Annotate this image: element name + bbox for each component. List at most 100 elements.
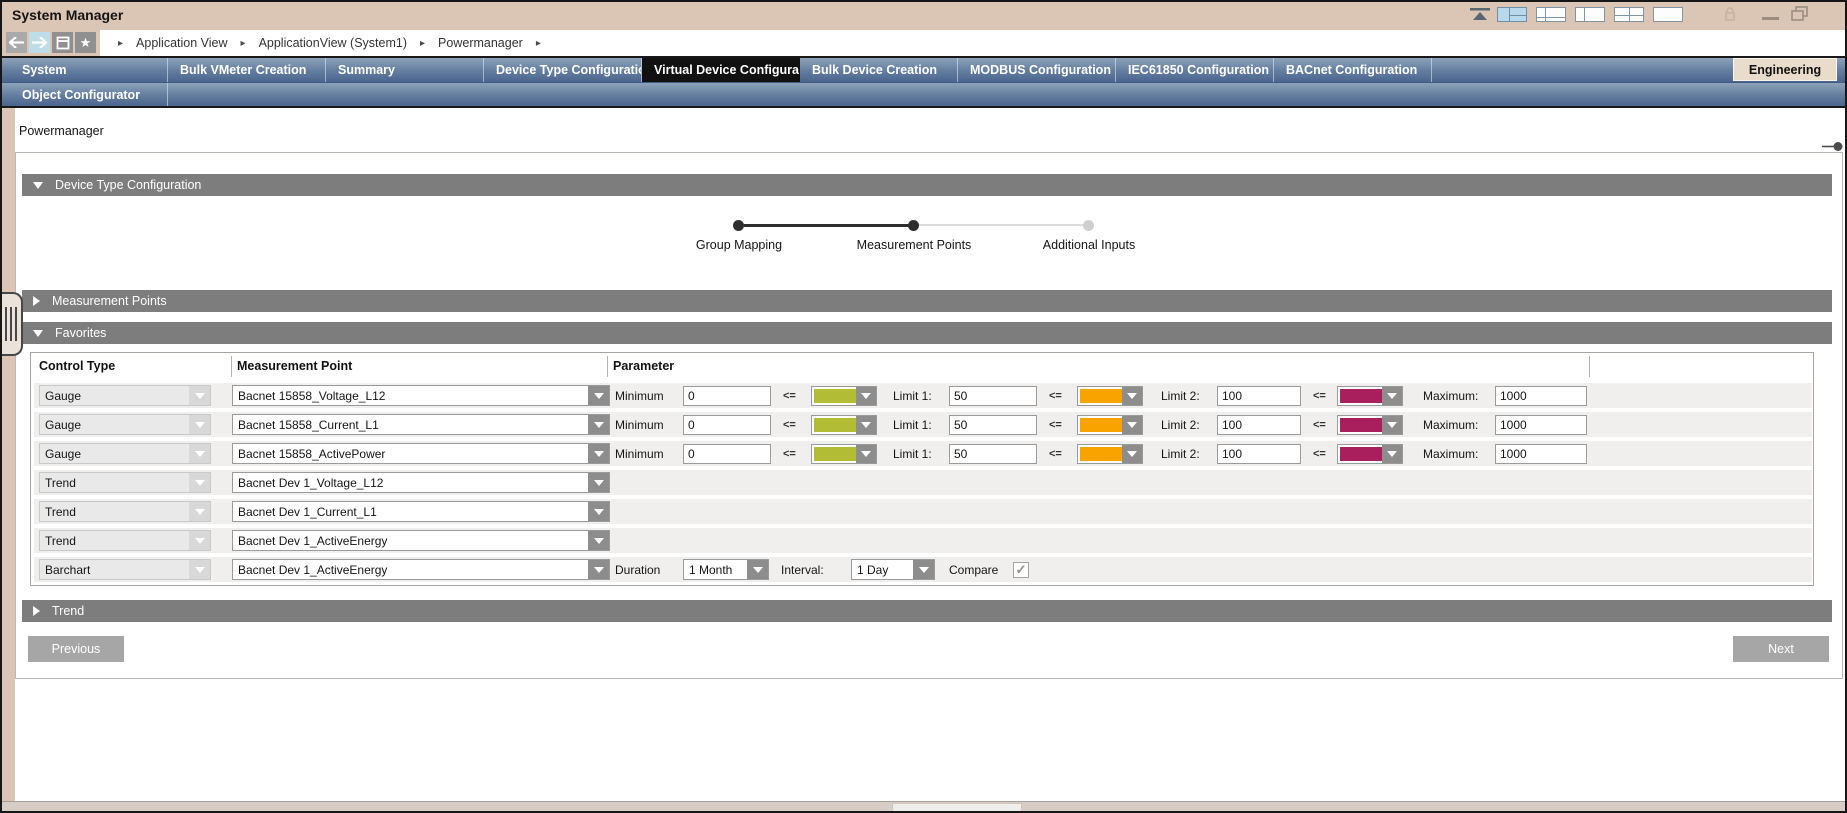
color-dropdown-mid[interactable] bbox=[1077, 444, 1143, 464]
flyout-handle[interactable] bbox=[2, 292, 23, 356]
color-dropdown-high[interactable] bbox=[1337, 444, 1403, 464]
dropdown-arrow-icon[interactable] bbox=[189, 502, 210, 521]
dropdown-arrow-icon[interactable] bbox=[588, 473, 609, 492]
control-type-dropdown[interactable]: Barchart bbox=[39, 559, 211, 580]
dropdown-arrow-icon[interactable] bbox=[588, 415, 609, 434]
layout-grid-icon[interactable] bbox=[1614, 7, 1644, 22]
dropdown-arrow-icon[interactable] bbox=[856, 387, 876, 405]
measurement-point-dropdown[interactable]: Bacnet Dev 1_ActiveEnergy bbox=[232, 530, 610, 551]
limit1-input[interactable] bbox=[949, 386, 1037, 406]
horizontal-scrollbar[interactable] bbox=[2, 801, 1845, 813]
layout-left-icon[interactable] bbox=[1575, 7, 1605, 22]
dropdown-arrow-icon[interactable] bbox=[747, 560, 768, 579]
tab-object-configurator[interactable]: Object Configurator bbox=[10, 83, 168, 106]
control-type-dropdown[interactable]: Gauge bbox=[39, 443, 211, 464]
back-button[interactable] bbox=[6, 32, 27, 53]
color-dropdown-mid[interactable] bbox=[1077, 415, 1143, 435]
tab-engineering[interactable]: Engineering bbox=[1733, 58, 1837, 81]
dropdown-arrow-icon[interactable] bbox=[1382, 416, 1402, 434]
color-dropdown-mid[interactable] bbox=[1077, 386, 1143, 406]
tab-bulk-device-creation[interactable]: Bulk Device Creation bbox=[800, 58, 958, 82]
dropdown-arrow-icon[interactable] bbox=[1122, 416, 1142, 434]
breadcrumb-item-powermanager[interactable]: Powermanager bbox=[438, 36, 523, 50]
tab-virtual-device-configuration[interactable]: Virtual Device Configuratio bbox=[642, 58, 800, 82]
restore-icon[interactable] bbox=[1791, 6, 1809, 22]
tab-bulk-vmeter-creation[interactable]: Bulk VMeter Creation bbox=[168, 58, 326, 82]
duration-dropdown[interactable]: 1 Month bbox=[683, 559, 769, 580]
measurement-point-dropdown[interactable]: Bacnet 15858_Voltage_L12 bbox=[232, 385, 610, 406]
scrollbar-thumb[interactable] bbox=[892, 803, 1022, 813]
section-header-favorites[interactable]: Favorites bbox=[22, 322, 1832, 344]
dropdown-arrow-icon[interactable] bbox=[1122, 387, 1142, 405]
limit1-input[interactable] bbox=[949, 444, 1037, 464]
dropdown-arrow-icon[interactable] bbox=[913, 560, 934, 579]
dropdown-arrow-icon[interactable] bbox=[588, 560, 609, 579]
forward-button[interactable] bbox=[29, 32, 50, 53]
dropdown-arrow-icon[interactable] bbox=[1382, 445, 1402, 463]
control-type-dropdown[interactable]: Trend bbox=[39, 530, 211, 551]
maximum-input[interactable] bbox=[1495, 386, 1587, 406]
previous-button[interactable]: Previous bbox=[28, 636, 124, 662]
tab-modbus-configuration[interactable]: MODBUS Configuration bbox=[958, 58, 1116, 82]
dropdown-arrow-icon[interactable] bbox=[189, 444, 210, 463]
control-type-dropdown[interactable]: Trend bbox=[39, 472, 211, 493]
layout-quad-selected-icon[interactable] bbox=[1497, 7, 1527, 22]
favorite-star-button[interactable]: ★ bbox=[75, 32, 96, 53]
step-dot-additional-inputs[interactable] bbox=[1083, 220, 1094, 231]
tab-device-type-configuration[interactable]: Device Type Configuration bbox=[484, 58, 642, 82]
next-button[interactable]: Next bbox=[1733, 636, 1829, 662]
section-header-trend[interactable]: Trend bbox=[22, 600, 1832, 622]
limit2-input[interactable] bbox=[1217, 386, 1301, 406]
color-dropdown-high[interactable] bbox=[1337, 386, 1403, 406]
interval-dropdown[interactable]: 1 Day bbox=[851, 559, 935, 580]
dropdown-arrow-icon[interactable] bbox=[1382, 387, 1402, 405]
measurement-point-dropdown[interactable]: Bacnet Dev 1_Voltage_L12 bbox=[232, 472, 610, 493]
color-dropdown-low[interactable] bbox=[811, 386, 877, 406]
minimum-input[interactable] bbox=[683, 386, 771, 406]
tab-iec61850-configuration[interactable]: IEC61850 Configuration bbox=[1116, 58, 1274, 82]
section-header-device-type-configuration[interactable]: Device Type Configuration bbox=[22, 174, 1832, 196]
lock-icon[interactable] bbox=[1724, 6, 1736, 22]
dropdown-arrow-icon[interactable] bbox=[189, 415, 210, 434]
minimum-input[interactable] bbox=[683, 415, 771, 435]
color-dropdown-low[interactable] bbox=[811, 415, 877, 435]
layout-single-icon[interactable] bbox=[1653, 7, 1683, 22]
dropdown-arrow-icon[interactable] bbox=[856, 416, 876, 434]
breadcrumb-item-application-view[interactable]: Application View bbox=[136, 36, 228, 50]
dropdown-arrow-icon[interactable] bbox=[856, 445, 876, 463]
dropdown-arrow-icon[interactable] bbox=[588, 444, 609, 463]
dropdown-arrow-icon[interactable] bbox=[189, 473, 210, 492]
dropdown-arrow-icon[interactable] bbox=[588, 502, 609, 521]
control-type-dropdown[interactable]: Trend bbox=[39, 501, 211, 522]
control-type-dropdown[interactable]: Gauge bbox=[39, 385, 211, 406]
compare-checkbox[interactable]: ✓ bbox=[1013, 562, 1029, 578]
dropdown-arrow-icon[interactable] bbox=[189, 531, 210, 550]
measurement-point-dropdown[interactable]: Bacnet Dev 1_Current_L1 bbox=[232, 501, 610, 522]
tab-summary[interactable]: Summary bbox=[326, 58, 484, 82]
dropdown-arrow-icon[interactable] bbox=[189, 386, 210, 405]
limit1-input[interactable] bbox=[949, 415, 1037, 435]
dropdown-arrow-icon[interactable] bbox=[189, 560, 210, 579]
measurement-point-dropdown[interactable]: Bacnet 15858_ActivePower bbox=[232, 443, 610, 464]
dropdown-arrow-icon[interactable] bbox=[588, 386, 609, 405]
measurement-point-dropdown[interactable]: Bacnet Dev 1_ActiveEnergy bbox=[232, 559, 610, 580]
color-dropdown-high[interactable] bbox=[1337, 415, 1403, 435]
measurement-point-dropdown[interactable]: Bacnet 15858_Current_L1 bbox=[232, 414, 610, 435]
step-dot-group-mapping[interactable] bbox=[733, 220, 744, 231]
layout-left-bottom-icon[interactable] bbox=[1536, 7, 1566, 22]
color-dropdown-low[interactable] bbox=[811, 444, 877, 464]
tab-system[interactable]: System bbox=[10, 58, 168, 82]
dropdown-arrow-icon[interactable] bbox=[588, 531, 609, 550]
step-dot-measurement-points[interactable] bbox=[908, 220, 919, 231]
maximum-input[interactable] bbox=[1495, 444, 1587, 464]
tab-bacnet-configuration[interactable]: BACnet Configuration bbox=[1274, 58, 1432, 82]
minimize-icon[interactable] bbox=[1762, 17, 1779, 20]
control-type-dropdown[interactable]: Gauge bbox=[39, 414, 211, 435]
dropdown-arrow-icon[interactable] bbox=[1122, 445, 1142, 463]
section-header-measurement-points[interactable]: Measurement Points bbox=[22, 290, 1832, 312]
breadcrumb-item-applicationview-system1[interactable]: ApplicationView (System1) bbox=[259, 36, 407, 50]
recent-view-button[interactable] bbox=[52, 32, 73, 53]
limit2-input[interactable] bbox=[1217, 415, 1301, 435]
limit2-input[interactable] bbox=[1217, 444, 1301, 464]
collapse-top-icon[interactable] bbox=[1468, 7, 1492, 22]
